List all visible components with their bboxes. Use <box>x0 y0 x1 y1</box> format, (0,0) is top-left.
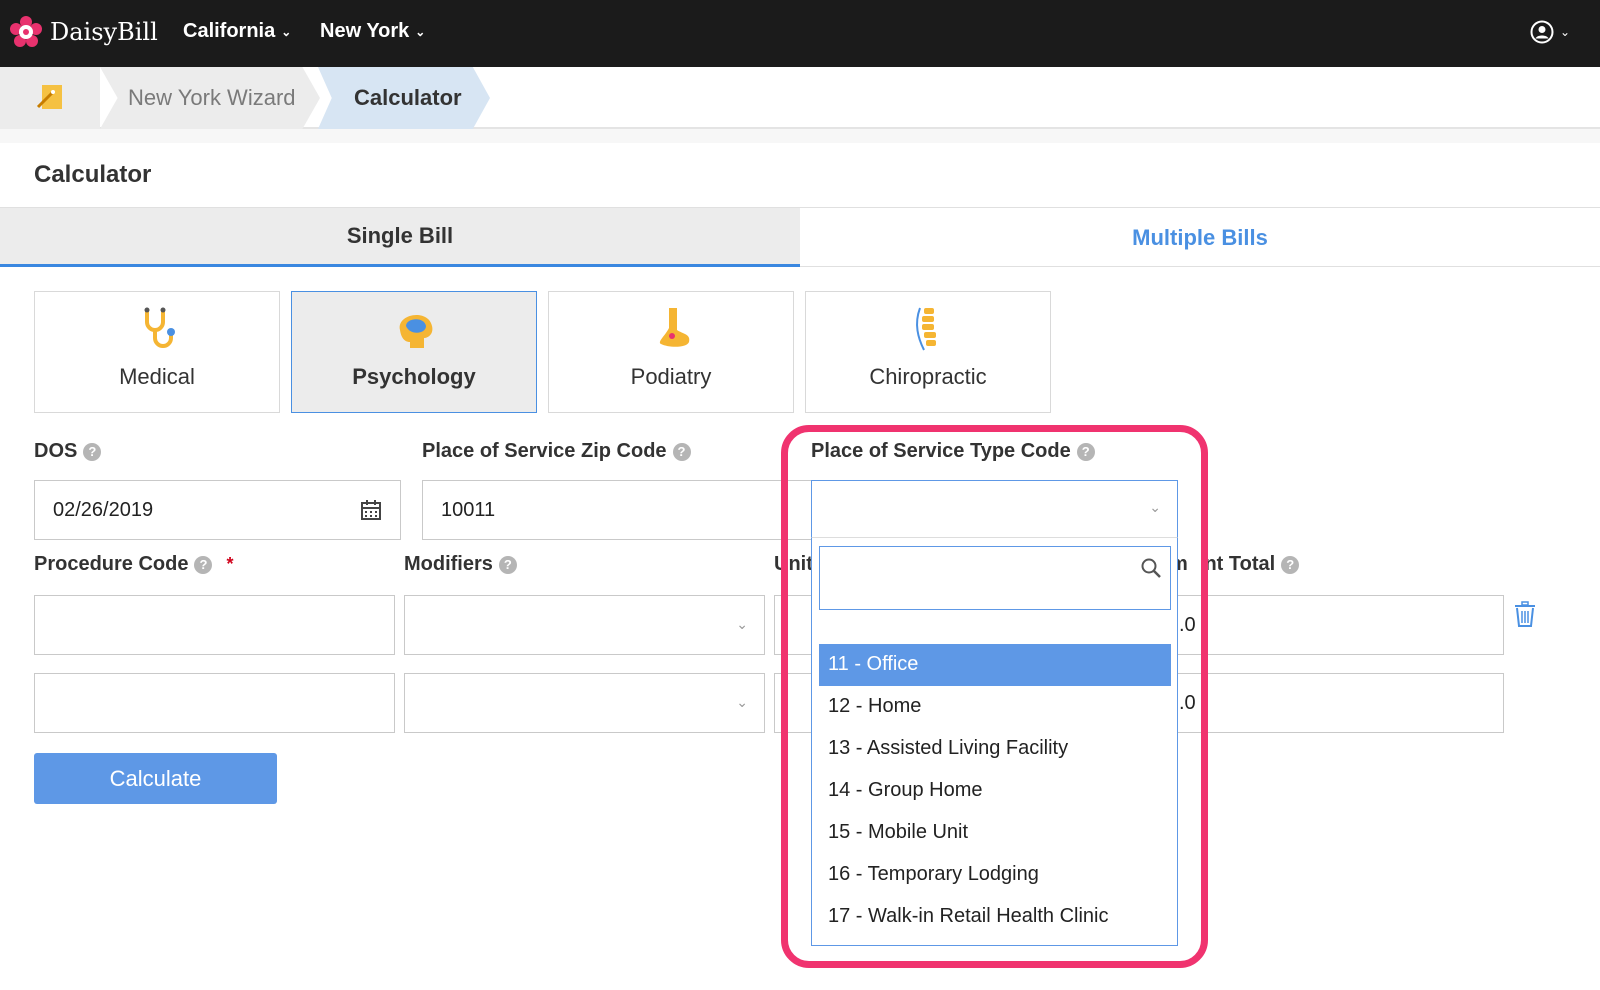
required-asterisk: * <box>226 554 234 574</box>
payment-total-field: .0 <box>1170 673 1504 733</box>
nav-california[interactable]: California ⌄ <box>183 20 291 43</box>
bill-tabs: Single Bill Multiple Bills <box>0 207 1600 267</box>
help-icon[interactable]: ? <box>1281 555 1300 574</box>
help-icon[interactable]: ? <box>498 555 517 574</box>
zip-label: Place of Service Zip Code ? <box>422 440 691 463</box>
user-menu[interactable]: ⌄ <box>1530 20 1570 44</box>
help-icon[interactable]: ? <box>672 442 691 461</box>
chevron-down-icon: ⌄ <box>1559 25 1570 39</box>
specialty-label: Podiatry <box>630 364 712 389</box>
nav-california-label: California <box>183 20 276 42</box>
tab-single-bill[interactable]: Single Bill <box>0 208 800 267</box>
chevron-down-icon: ⌄ <box>736 694 748 710</box>
payment-total-field: .0 <box>1170 595 1504 655</box>
procedure-code-label: Procedure Code ? * <box>34 553 234 576</box>
specialty-label: Chiropractic <box>869 364 987 389</box>
breadcrumb-new-york-wizard[interactable]: New York Wizard <box>100 67 320 129</box>
modifiers-label: Modifiers ? <box>404 553 517 576</box>
page-title: Calculator <box>34 161 152 188</box>
modifiers-select[interactable]: ⌄ <box>404 673 765 733</box>
specialty-label: Psychology <box>352 364 476 389</box>
procedure-code-input[interactable] <box>34 673 395 733</box>
procedure-code-input[interactable] <box>34 595 395 655</box>
user-avatar-icon <box>1530 20 1554 44</box>
breadcrumb-home[interactable] <box>0 67 100 129</box>
calendar-icon[interactable] <box>360 499 382 521</box>
dos-field[interactable]: 02/26/2019 <box>34 480 401 540</box>
specialty-chiropractic[interactable]: Chiropractic <box>805 291 1051 413</box>
foot-icon <box>659 308 690 347</box>
calculate-button[interactable]: Calculate <box>34 753 277 804</box>
logo-text: DaisyBill <box>50 18 158 46</box>
chevron-down-icon: ⌄ <box>415 24 426 39</box>
modifiers-label-text: Modifiers <box>404 553 493 575</box>
zip-label-text: Place of Service Zip Code <box>422 440 667 462</box>
chevron-down-icon: ⌄ <box>281 24 292 39</box>
modifiers-select[interactable]: ⌄ <box>404 595 765 655</box>
breadcrumb-calculator-label: Calculator <box>354 85 462 110</box>
tab-multiple-bills[interactable]: Multiple Bills <box>800 208 1600 267</box>
procedure-code-label-text: Procedure Code <box>34 553 189 575</box>
top-navbar: DaisyBill California ⌄ New York ⌄ ⌄ <box>0 0 1600 67</box>
highlight-annotation-box <box>781 425 1208 968</box>
specialty-medical[interactable]: Medical <box>34 291 280 413</box>
stethoscope-icon <box>144 307 175 348</box>
brain-icon <box>399 314 433 348</box>
specialty-psychology[interactable]: Psychology <box>291 291 537 413</box>
dos-value: 02/26/2019 <box>53 499 154 521</box>
nav-new-york-label: New York <box>320 20 410 42</box>
specialty-podiatry[interactable]: Podiatry <box>548 291 794 413</box>
zip-field[interactable]: 10011 <box>422 480 812 540</box>
nav-new-york[interactable]: New York ⌄ <box>320 20 425 43</box>
logo[interactable]: DaisyBill <box>10 16 158 48</box>
spine-icon <box>916 307 936 351</box>
breadcrumb-calculator[interactable]: Calculator <box>318 67 490 129</box>
daisy-logo-icon <box>10 16 42 47</box>
wizard-wand-icon <box>36 85 62 109</box>
help-icon[interactable]: ? <box>194 555 213 574</box>
specialty-label: Medical <box>119 364 195 389</box>
zip-value: 10011 <box>441 499 496 521</box>
chevron-down-icon: ⌄ <box>736 616 748 632</box>
dos-label-text: DOS <box>34 440 78 462</box>
breadcrumb: New York Wizard Calculator <box>0 67 1600 129</box>
trash-icon[interactable] <box>1514 601 1536 627</box>
dos-label: DOS ? <box>34 440 102 463</box>
breadcrumb-wizard-label: New York Wizard <box>128 85 296 110</box>
help-icon[interactable]: ? <box>83 442 102 461</box>
